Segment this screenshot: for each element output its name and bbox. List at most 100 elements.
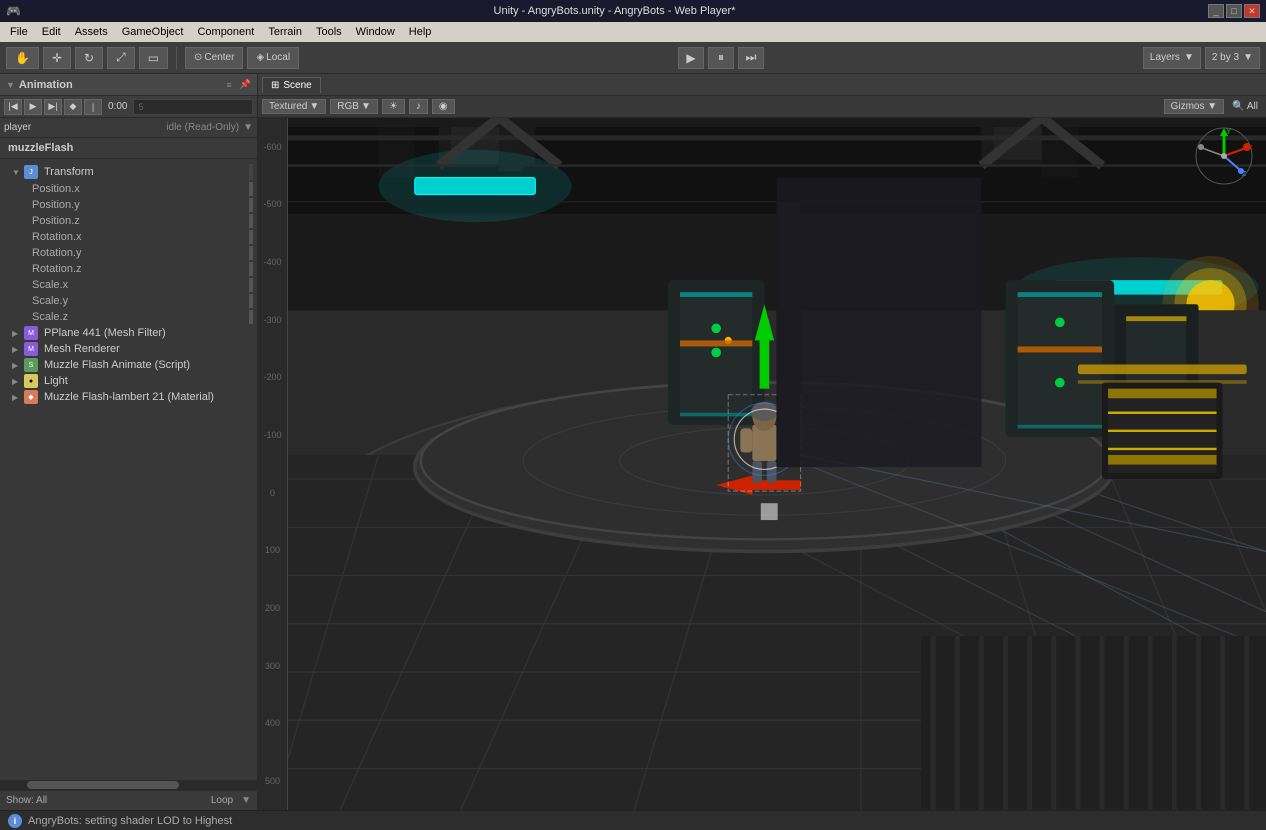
menu-assets[interactable]: Assets: [69, 24, 114, 40]
prop-divider[interactable]: [249, 246, 253, 260]
prop-divider[interactable]: [249, 294, 253, 308]
menu-help[interactable]: Help: [403, 24, 438, 40]
show-all-label: Show: All: [6, 795, 47, 806]
prop-divider[interactable]: [249, 214, 253, 228]
tool-move[interactable]: ✛: [43, 47, 71, 69]
status-icon: i: [8, 814, 22, 828]
tree-item-scale-z[interactable]: Scale.z: [0, 309, 257, 325]
material-icon: ◆: [24, 390, 38, 404]
scene-lighting-toggle[interactable]: ☀: [382, 99, 405, 114]
tree-item-muzzle-script[interactable]: ▶ S Muzzle Flash Animate (Script): [0, 357, 257, 373]
layout-label: 2 by 3: [1212, 52, 1239, 63]
prop-divider[interactable]: [249, 182, 253, 196]
gizmos-arrow-icon: ▼: [1207, 101, 1217, 112]
tool-scale[interactable]: ⤢: [107, 47, 135, 69]
anim-add-key[interactable]: ◆: [64, 99, 82, 115]
tree-item-rotation-z[interactable]: Rotation.z: [0, 261, 257, 277]
anim-state-arrow[interactable]: ▼: [243, 122, 253, 133]
position-z-label: Position.z: [32, 215, 80, 227]
tool-rotate[interactable]: ↻: [75, 47, 103, 69]
prop-divider[interactable]: [249, 262, 253, 276]
menu-window[interactable]: Window: [350, 24, 401, 40]
hierarchy-tree: ▼ J Transform Position.x Position.y Posi…: [0, 159, 257, 780]
ruler-value-500-pos: 500: [265, 776, 280, 786]
tree-item-position-z[interactable]: Position.z: [0, 213, 257, 229]
tool-hand[interactable]: ✋: [6, 47, 39, 69]
menu-terrain[interactable]: Terrain: [262, 24, 308, 40]
anim-scrollbar-h[interactable]: [0, 780, 257, 790]
tree-item-rotation-x[interactable]: Rotation.x: [0, 229, 257, 245]
muzzle-script-arrow-icon: ▶: [12, 361, 22, 370]
scale-z-label: Scale.z: [32, 311, 68, 323]
scene-fx-toggle[interactable]: ◉: [432, 99, 455, 114]
tree-item-scale-y[interactable]: Scale.y: [0, 293, 257, 309]
local-button[interactable]: ◈ Local: [247, 47, 299, 69]
tree-item-position-y[interactable]: Position.y: [0, 197, 257, 213]
center-button[interactable]: ⊙ Center: [185, 47, 243, 69]
tree-item-transform[interactable]: ▼ J Transform: [0, 163, 257, 181]
loop-arrow-icon[interactable]: ▼: [241, 795, 251, 806]
panel-collapse-icon[interactable]: ▼: [6, 80, 15, 90]
position-y-label: Position.y: [32, 199, 80, 211]
tree-item-scale-x[interactable]: Scale.x: [0, 277, 257, 293]
scene-svg: [258, 118, 1266, 810]
anim-state-label: idle (Read-Only): [166, 122, 239, 133]
tree-item-rotation-y[interactable]: Rotation.y: [0, 245, 257, 261]
tree-item-pplane[interactable]: ▶ M PPlane 441 (Mesh Filter): [0, 325, 257, 341]
anim-ruler-end: 5: [138, 102, 143, 112]
tool-rect[interactable]: ▭: [139, 47, 168, 69]
menu-component[interactable]: Component: [191, 24, 260, 40]
maximize-button[interactable]: □: [1226, 4, 1242, 18]
ruler-value-200: -200: [263, 372, 281, 382]
center-label: Center: [204, 52, 234, 63]
light-icon: ●: [24, 374, 38, 388]
ruler-value-500: -500: [263, 199, 281, 209]
panel-pin-icon[interactable]: 📌: [240, 79, 251, 90]
tree-item-light[interactable]: ▶ ● Light: [0, 373, 257, 389]
menu-tools[interactable]: Tools: [310, 24, 348, 40]
pause-button[interactable]: ⏸: [708, 47, 734, 69]
tree-item-position-x[interactable]: Position.x: [0, 181, 257, 197]
ruler-value-600: -600: [263, 142, 281, 152]
render-mode-dropdown[interactable]: Textured ▼: [262, 99, 326, 114]
step-button[interactable]: ⏭: [738, 47, 764, 69]
anim-timeline-ruler[interactable]: 5: [133, 99, 253, 115]
muzzle-script-icon: S: [24, 358, 38, 372]
layout-dropdown[interactable]: 2 by 3 ▼: [1205, 47, 1260, 69]
menu-file[interactable]: File: [4, 24, 34, 40]
menu-edit[interactable]: Edit: [36, 24, 67, 40]
play-button[interactable]: ▶: [678, 47, 704, 69]
position-x-label: Position.x: [32, 183, 80, 195]
layers-label: Layers: [1150, 52, 1180, 63]
tree-item-mesh-renderer[interactable]: ▶ M Mesh Renderer: [0, 341, 257, 357]
rotation-y-label: Rotation.y: [32, 247, 82, 259]
scene-canvas[interactable]: -600 -500 -400 -300 -200 -100 0 100 200 …: [258, 118, 1266, 810]
gizmos-button[interactable]: Gizmos ▼: [1164, 99, 1225, 114]
status-bar: i AngryBots: setting shader LOD to Highe…: [0, 810, 1266, 830]
menu-bar: File Edit Assets GameObject Component Te…: [0, 22, 1266, 42]
minimize-button[interactable]: _: [1208, 4, 1224, 18]
scene-audio-toggle[interactable]: ♪: [409, 99, 428, 114]
ruler-value-300-pos: 300: [265, 661, 280, 671]
transform-divider[interactable]: [249, 164, 253, 180]
anim-scroll-thumb[interactable]: [27, 781, 179, 789]
scale-y-label: Scale.y: [32, 295, 68, 307]
scene-tab[interactable]: ⊞ Scene: [262, 77, 321, 93]
anim-play-button[interactable]: ▶: [24, 99, 42, 115]
prop-divider[interactable]: [249, 278, 253, 292]
prop-divider[interactable]: [249, 310, 253, 324]
close-button[interactable]: ✕: [1244, 4, 1260, 18]
prop-divider[interactable]: [249, 198, 253, 212]
tree-item-material[interactable]: ▶ ◆ Muzzle Flash-lambert 21 (Material): [0, 389, 257, 405]
anim-prev-keyframe[interactable]: |◀: [4, 99, 22, 115]
anim-add-event[interactable]: |: [84, 99, 102, 115]
anim-next-keyframe[interactable]: ▶|: [44, 99, 62, 115]
layers-dropdown[interactable]: Layers ▼: [1143, 47, 1201, 69]
color-space-dropdown[interactable]: RGB ▼: [330, 99, 378, 114]
prop-divider[interactable]: [249, 230, 253, 244]
ruler-value-200-pos: 200: [265, 603, 280, 613]
all-label: All: [1247, 101, 1258, 112]
menu-gameobject[interactable]: GameObject: [116, 24, 190, 40]
panel-options-icon[interactable]: ≡: [227, 80, 232, 90]
selected-object-row: muzzleFlash: [0, 138, 257, 159]
